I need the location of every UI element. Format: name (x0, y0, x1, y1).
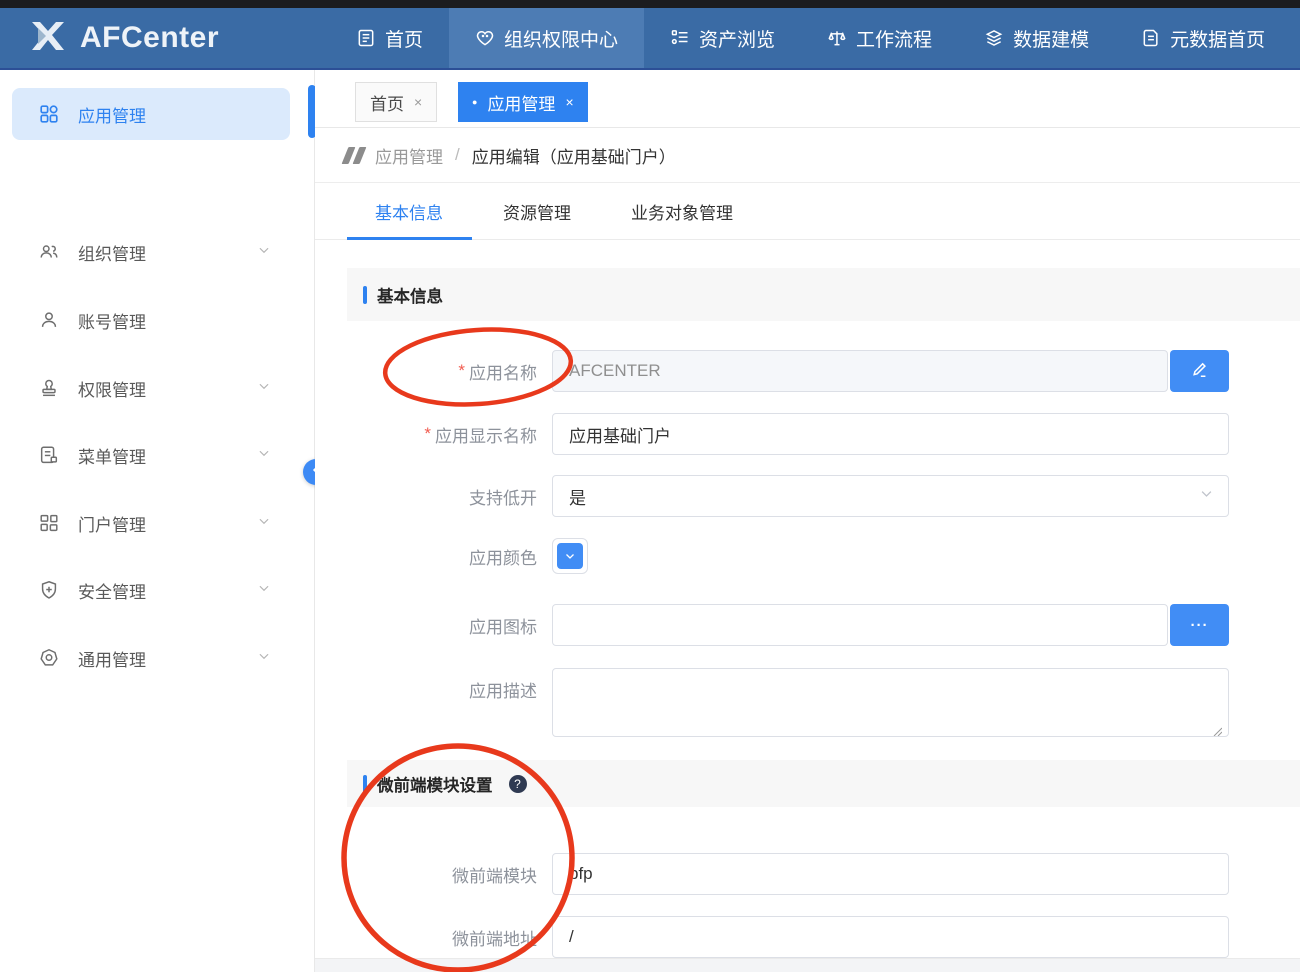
afcenter-page: AFCenter 首页 组织权限中心 (0, 0, 1300, 972)
document-icon (356, 28, 376, 48)
app-grid-icon (38, 103, 60, 125)
close-icon[interactable]: × (414, 94, 422, 110)
form-row-app-description: 应用描述 (315, 668, 1300, 737)
active-tab-underline (347, 237, 472, 240)
micro-url-input[interactable] (552, 916, 1229, 958)
sidebar-item-account-management[interactable]: 账号管理 (0, 294, 315, 346)
micro-url-label: 微前端地址 (315, 916, 537, 958)
app-name-input[interactable] (552, 350, 1168, 392)
close-icon[interactable]: × (565, 94, 573, 110)
low-code-select[interactable]: 是 (552, 475, 1229, 517)
sidebar-item-permission-management[interactable]: 权限管理 (0, 362, 315, 414)
required-asterisk: * (458, 361, 465, 381)
sidebar-item-portal-management[interactable]: 门户管理 (0, 497, 315, 549)
nav-item-workflow[interactable]: 工作流程 (801, 8, 958, 68)
shield-plus-icon (38, 579, 60, 601)
chevron-down-icon (257, 580, 271, 600)
ellipsis-icon: ··· (1191, 617, 1209, 634)
pencil-icon (1190, 360, 1210, 383)
form-row-app-color: 应用颜色 (315, 538, 1300, 574)
tab-app-management[interactable]: ● 应用管理 × (458, 82, 588, 122)
active-dot-icon: ● (472, 97, 477, 107)
breadcrumb-slashes-icon (345, 147, 363, 164)
app-icon-label: 应用图标 (315, 604, 537, 646)
asset-list-icon (670, 28, 690, 48)
low-code-label: 支持低开 (315, 475, 537, 517)
app-icon-input[interactable] (552, 604, 1168, 646)
open-tabs-bar: 首页 × ● 应用管理 × (315, 70, 1300, 128)
breadcrumb-separator: / (455, 145, 460, 165)
app-description-textarea[interactable] (552, 668, 1229, 737)
detail-tabs: 基本信息 资源管理 业务对象管理 (315, 183, 1300, 240)
stamp-icon (38, 377, 60, 399)
tab-home[interactable]: 首页 × (355, 82, 437, 122)
metadata-doc-icon (1141, 28, 1161, 48)
content-area: 首页 × ● 应用管理 × 应用管理 / 应用编辑（应用基础门户） 基本信息 资… (315, 70, 1300, 972)
app-color-picker[interactable] (552, 538, 588, 574)
browse-icon-button[interactable]: ··· (1170, 604, 1229, 646)
section-basic-info: 基本信息 (347, 268, 1300, 321)
section-accent-bar (363, 775, 367, 793)
required-asterisk: * (424, 424, 431, 444)
form-row-app-icon: 应用图标 ··· (315, 604, 1300, 646)
form-row-micro-url: 微前端地址 (315, 916, 1300, 958)
section-title: 微前端模块设置 (377, 772, 493, 796)
tab-business-object-management[interactable]: 业务对象管理 (631, 199, 733, 224)
app-display-name-label: * 应用显示名称 (315, 413, 537, 455)
breadcrumb-parent[interactable]: 应用管理 (375, 143, 443, 168)
nav-item-org-permission-center[interactable]: 组织权限中心 (449, 8, 644, 68)
chevron-down-icon (257, 242, 271, 262)
nav-item-asset-browse[interactable]: 资产浏览 (644, 8, 801, 68)
workflow-icon (827, 28, 847, 48)
section-micro-frontend: 微前端模块设置 ? (347, 760, 1300, 807)
people-icon (38, 241, 60, 263)
form-row-app-name: * 应用名称 (315, 350, 1300, 392)
app-display-name-input[interactable] (552, 413, 1229, 455)
sidebar-item-app-management[interactable]: 应用管理 (12, 88, 290, 140)
chevron-down-icon (1199, 486, 1214, 506)
logo-text: AFCenter (80, 21, 219, 55)
chevron-down-icon (257, 378, 271, 398)
sidebar-item-menu-management[interactable]: 菜单管理 (0, 429, 315, 481)
color-swatch (557, 543, 583, 569)
chevron-down-icon (257, 648, 271, 668)
layers-icon (984, 28, 1004, 48)
section-title: 基本信息 (377, 283, 443, 307)
nav-item-data-modeling[interactable]: 数据建模 (958, 8, 1115, 68)
help-icon[interactable]: ? (509, 775, 527, 793)
person-icon (38, 309, 60, 331)
chevron-down-icon (257, 513, 271, 533)
section-accent-bar (363, 286, 367, 304)
nav-item-home[interactable]: 首页 (330, 8, 449, 68)
sidebar-item-security-management[interactable]: 安全管理 (0, 564, 315, 616)
form-row-app-display-name: * 应用显示名称 (315, 413, 1300, 455)
page-bottom-strip (315, 958, 1300, 972)
tab-resource-management[interactable]: 资源管理 (503, 199, 571, 224)
sidebar: 应用管理 组织管理 账号管理 (0, 70, 315, 972)
nav-item-metadata-home[interactable]: 元数据首页 (1115, 8, 1291, 68)
sidebar-item-general-management[interactable]: 通用管理 (0, 632, 315, 684)
sidebar-item-org-management[interactable]: 组织管理 (0, 226, 315, 278)
micro-module-label: 微前端模块 (315, 853, 537, 895)
breadcrumb: 应用管理 / 应用编辑（应用基础门户） (315, 128, 1300, 183)
top-navbar: AFCenter 首页 组织权限中心 (0, 8, 1300, 70)
form-row-low-code-support: 支持低开 是 (315, 475, 1300, 517)
afcenter-logo-icon (24, 14, 68, 63)
app-color-label: 应用颜色 (315, 538, 537, 574)
portal-grid-icon (38, 512, 60, 534)
gear-icon (38, 647, 60, 669)
micro-module-input[interactable] (552, 853, 1229, 895)
menu-doc-icon (38, 444, 60, 466)
form-row-micro-module: 微前端模块 (315, 853, 1300, 895)
heart-icon (475, 28, 495, 48)
app-name-label: * 应用名称 (315, 350, 537, 392)
breadcrumb-current: 应用编辑（应用基础门户） (472, 143, 676, 168)
tab-basic-info[interactable]: 基本信息 (375, 199, 443, 224)
edit-app-name-button[interactable] (1170, 350, 1229, 392)
app-description-label: 应用描述 (315, 668, 537, 710)
chevron-down-icon (257, 445, 271, 465)
logo: AFCenter (0, 14, 330, 63)
window-top-strip (0, 0, 1300, 8)
